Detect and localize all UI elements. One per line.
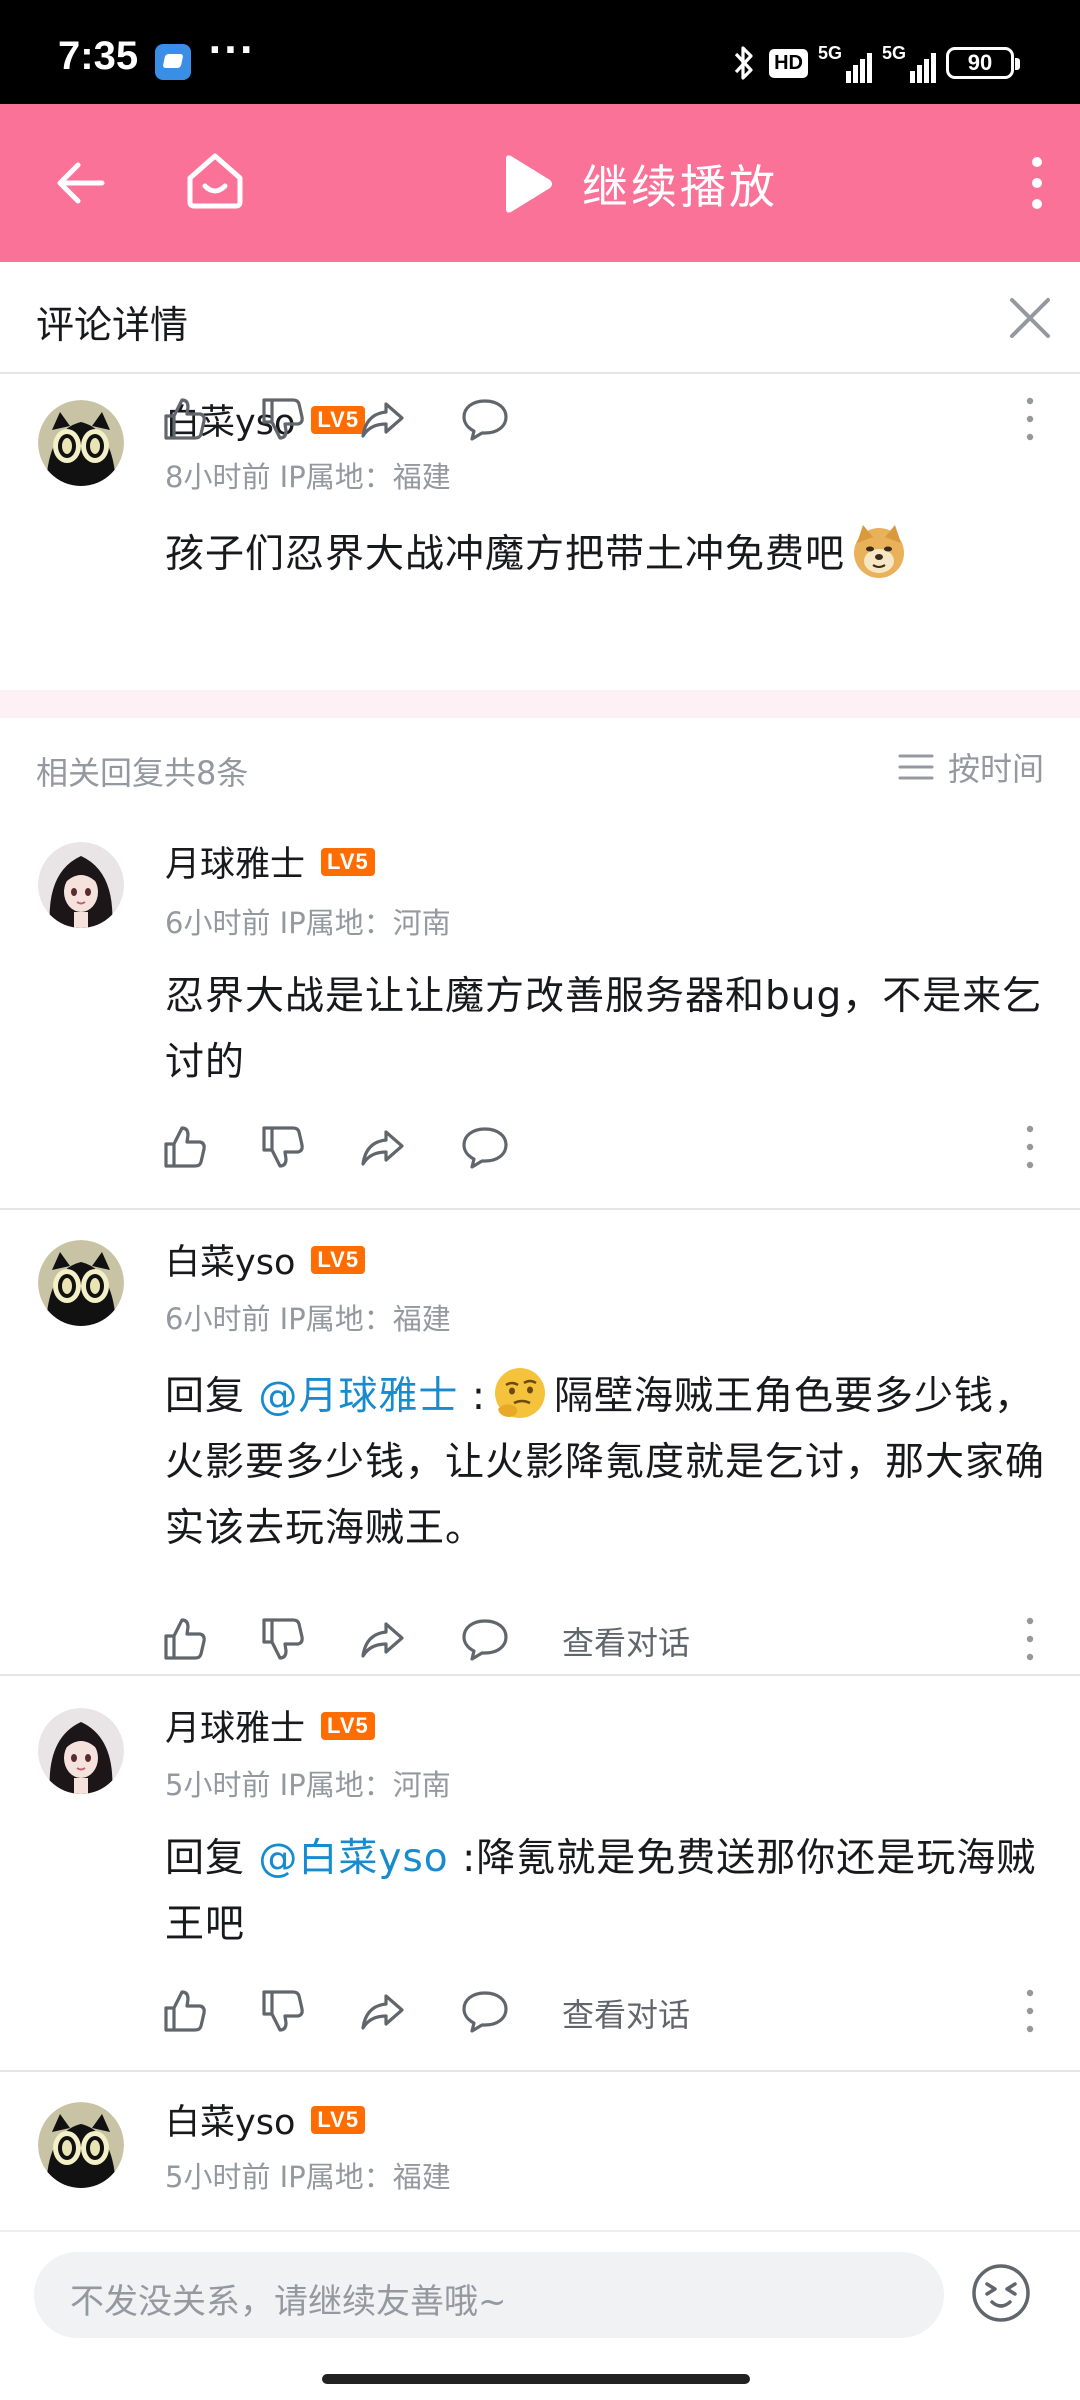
play-icon (506, 155, 552, 213)
signal-1-icon: 5G (818, 43, 872, 83)
comment-meta: 5小时前 IP属地：河南 (165, 1768, 451, 1802)
signal-2-icon: 5G (882, 43, 936, 83)
level-badge: LV5 (311, 2105, 366, 2134)
comment-text: 忍界大战是让让魔方改善服务器和bug，不是来乞讨的 (165, 974, 1043, 1085)
user-name[interactable]: 白菜yso (165, 2094, 295, 2145)
comment-text: 孩子们忍界大战冲魔方把带土冲免费吧 (165, 522, 1055, 588)
more-options-icon[interactable] (1020, 1988, 1040, 2034)
status-indicators: HD 5G 5G 90 (729, 38, 1020, 88)
divider (0, 2070, 1080, 2072)
comment-input[interactable]: 不发没关系，请继续友善哦~ (34, 2252, 944, 2338)
level-badge: LV5 (311, 1245, 366, 1274)
share-icon[interactable] (358, 1122, 408, 1172)
more-options-icon[interactable] (1020, 1124, 1040, 1170)
status-time: 7:35 (58, 34, 139, 78)
section-divider (0, 690, 1080, 718)
mention-link[interactable]: @白菜yso (258, 1836, 448, 1881)
reply-actions (160, 1122, 1040, 1182)
level-badge: LV5 (321, 1711, 375, 1740)
share-icon[interactable] (358, 1614, 408, 1664)
comment-meta: 8小时前 IP属地：福建 (165, 460, 451, 494)
status-bar: 7:35 ··· HD 5G 5G 90 (0, 0, 1080, 104)
dislike-icon[interactable] (258, 1614, 308, 1664)
mention-link[interactable]: @月球雅士 (258, 1374, 458, 1419)
reply-icon[interactable] (460, 394, 510, 444)
sort-button[interactable]: 按时间 (898, 744, 1044, 790)
reply-actions: 查看对话 (160, 1986, 1040, 2046)
like-icon[interactable] (160, 1986, 210, 2036)
user-name[interactable]: 月球雅士 (165, 1700, 305, 1751)
view-conversation-link[interactable]: 查看对话 (562, 1618, 690, 1664)
comment-detail-header: 评论详情 (0, 262, 1080, 374)
more-notifications-icon: ··· (208, 30, 256, 71)
page-title: 评论详情 (36, 303, 189, 347)
notification-app-icon (155, 44, 191, 80)
sort-label: 按时间 (947, 750, 1044, 788)
reply-count: 相关回复共8条 (36, 754, 249, 792)
thinking-emoji-icon (494, 1368, 545, 1418)
dislike-icon[interactable] (258, 1122, 308, 1172)
comment-meta: 5小时前 IP属地：福建 (165, 2160, 451, 2194)
sort-list-icon (898, 754, 934, 780)
main-comment-actions (160, 394, 1040, 454)
like-icon[interactable] (160, 394, 210, 444)
replies-header: 相关回复共8条 按时间 (0, 722, 1080, 812)
close-icon[interactable] (1004, 292, 1056, 344)
comment-text: 回复 @月球雅士 : 隔壁海贼王角色要多少钱，火影要多少钱，让火影降氪度就是乞讨… (165, 1364, 1055, 1562)
home-icon[interactable] (182, 148, 248, 214)
user-name[interactable]: 白菜yso (165, 1234, 295, 1285)
reply-actions: 查看对话 (160, 1614, 1040, 1674)
like-icon[interactable] (160, 1614, 210, 1664)
share-icon[interactable] (358, 1986, 408, 2036)
user-name[interactable]: 月球雅士 (165, 836, 305, 887)
emoji-face-icon[interactable] (970, 2262, 1032, 2324)
home-indicator[interactable] (322, 2374, 750, 2384)
divider (0, 1208, 1080, 1210)
comment-meta: 6小时前 IP属地：河南 (165, 906, 451, 940)
input-placeholder: 不发没关系，请继续友善哦~ (70, 2282, 507, 2322)
avatar[interactable] (38, 1240, 124, 1326)
more-options-icon[interactable] (1020, 396, 1040, 442)
dislike-icon[interactable] (258, 1986, 308, 2036)
share-icon[interactable] (358, 394, 408, 444)
avatar[interactable] (38, 1708, 124, 1794)
battery-icon: 90 (946, 47, 1020, 79)
more-vertical-icon[interactable] (1022, 152, 1052, 214)
divider (0, 1674, 1080, 1676)
bluetooth-icon (734, 46, 753, 80)
avatar[interactable] (38, 400, 124, 486)
reply-icon[interactable] (460, 1122, 510, 1172)
hd-voice-icon: HD (769, 48, 808, 78)
comment-text: 回复 @白菜yso :降氪就是免费送那你还是玩海贼王吧 (165, 1836, 1037, 1947)
comment-input-bar: 不发没关系，请继续友善哦~ (0, 2230, 1080, 2400)
back-arrow-icon[interactable] (50, 152, 112, 214)
more-options-icon[interactable] (1020, 1616, 1040, 1662)
reply-icon[interactable] (460, 1614, 510, 1664)
like-icon[interactable] (160, 1122, 210, 1172)
comment-meta: 6小时前 IP属地：福建 (165, 1302, 451, 1336)
level-badge: LV5 (321, 847, 375, 876)
dislike-icon[interactable] (258, 394, 308, 444)
avatar[interactable] (38, 2102, 124, 2188)
view-conversation-link[interactable]: 查看对话 (562, 1990, 690, 2036)
video-top-bar: 继续播放 (0, 104, 1080, 262)
avatar[interactable] (38, 842, 124, 928)
continue-play-button[interactable]: 继续播放 (500, 151, 778, 217)
continue-play-label: 继续播放 (582, 160, 778, 214)
reply-icon[interactable] (460, 1986, 510, 2036)
doge-emoji-icon (854, 525, 905, 578)
